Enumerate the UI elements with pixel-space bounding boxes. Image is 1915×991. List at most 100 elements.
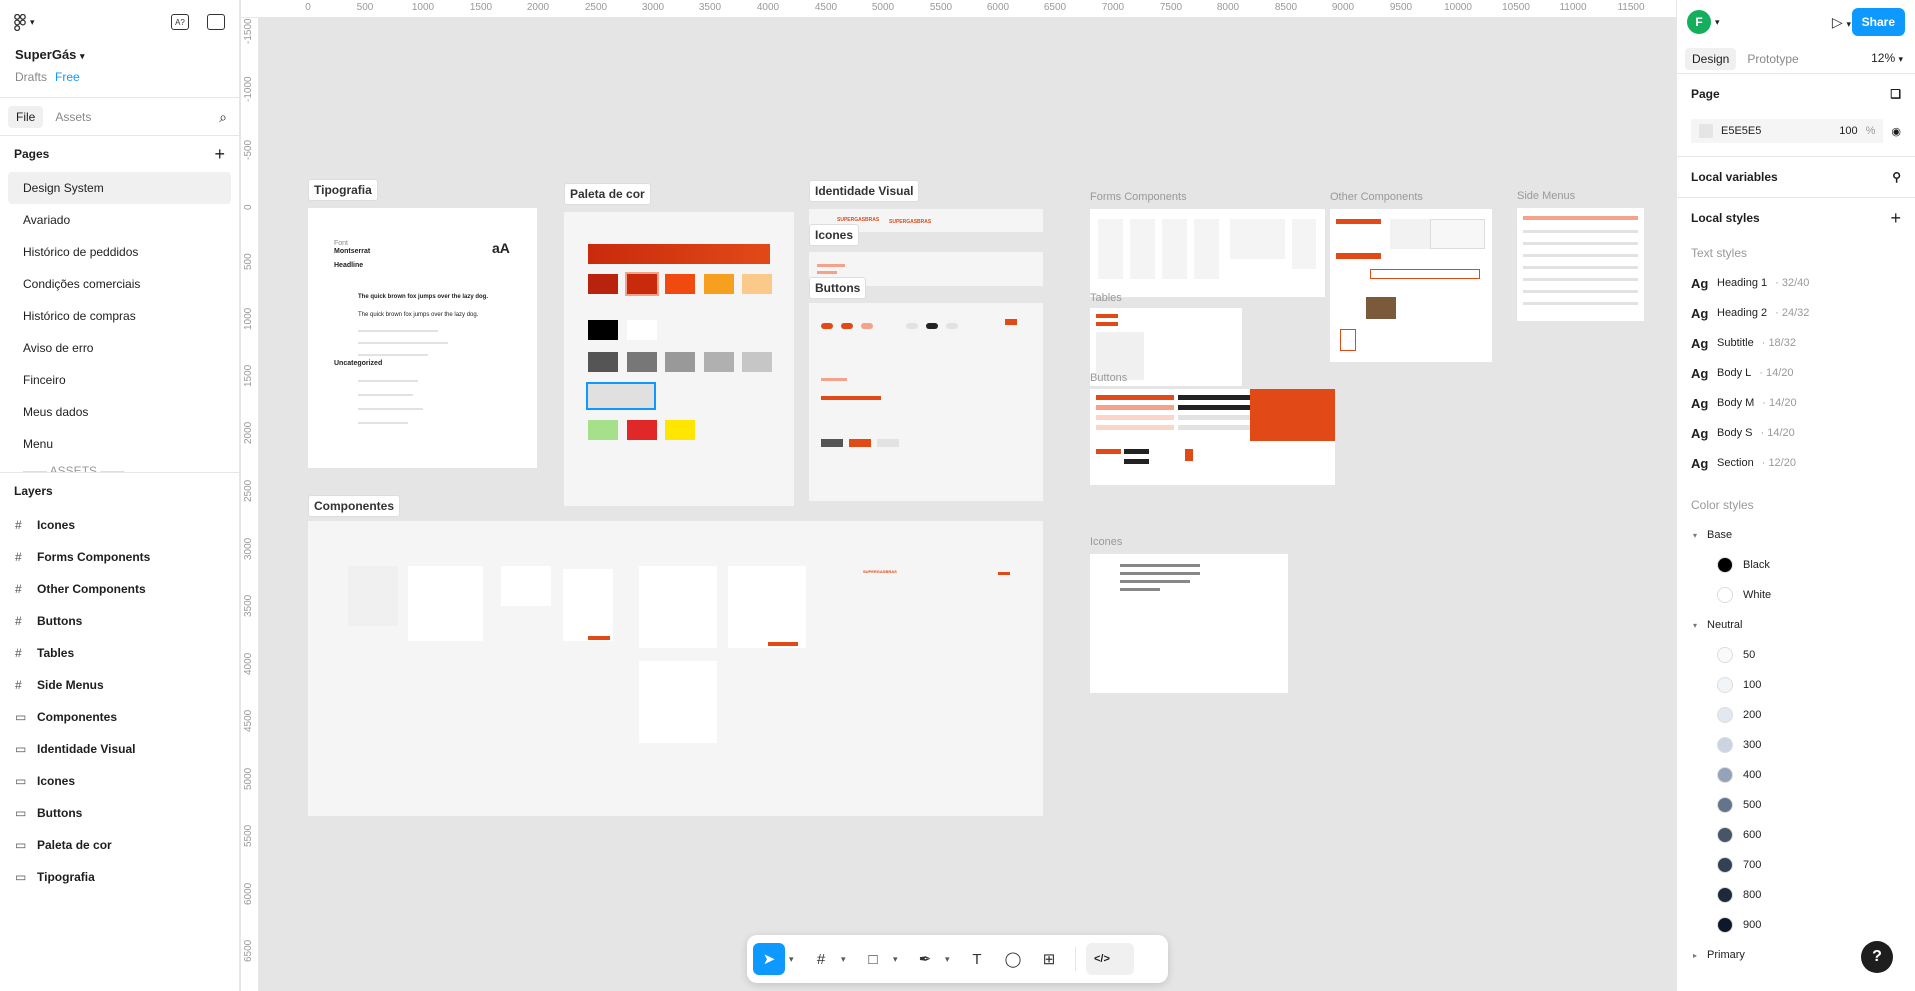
color-style-item[interactable]: 800 bbox=[1691, 880, 1901, 910]
color-style-item[interactable]: 100 bbox=[1691, 670, 1901, 700]
frame-other-components[interactable] bbox=[1330, 209, 1492, 362]
color-style-item[interactable]: 50 bbox=[1691, 640, 1901, 670]
color-style-item[interactable]: 200 bbox=[1691, 700, 1901, 730]
section-buttons[interactable] bbox=[809, 303, 1043, 501]
section-tipografia[interactable]: Font Montserrat aA Headline The quick br… bbox=[308, 208, 537, 468]
text-tool-icon[interactable]: T bbox=[961, 943, 993, 975]
drafts-link[interactable]: Drafts bbox=[15, 70, 47, 84]
pen-tool-icon[interactable]: ✒ bbox=[909, 943, 941, 975]
chevron-down-icon[interactable]: ▾ bbox=[1715, 17, 1720, 28]
tab-design[interactable]: Design bbox=[1685, 47, 1737, 70]
styles-icon[interactable]: ❏ bbox=[1890, 87, 1901, 101]
chevron-down-icon[interactable]: ▾ bbox=[789, 954, 801, 965]
color-style-item[interactable]: Black bbox=[1691, 550, 1901, 580]
variables-icon[interactable]: ⚲ bbox=[1892, 170, 1901, 184]
page-item[interactable]: Design System bbox=[8, 172, 231, 204]
local-variables-row[interactable]: Local variables ⚲ bbox=[1691, 157, 1901, 197]
section-label-componentes[interactable]: Componentes bbox=[308, 495, 401, 517]
chevron-down-icon[interactable]: ▾ bbox=[841, 954, 853, 965]
layer-item[interactable]: # Icones bbox=[0, 509, 239, 541]
page-item[interactable]: Menu bbox=[8, 428, 231, 460]
color-style-item[interactable]: 600 bbox=[1691, 820, 1901, 850]
section-label-paleta[interactable]: Paleta de cor bbox=[564, 183, 651, 205]
chevron-down-icon[interactable]: ▾ bbox=[945, 954, 957, 965]
page-fill-input[interactable]: E5E5E5 100 % bbox=[1691, 119, 1884, 143]
actions-icon[interactable]: ⊞ bbox=[1033, 943, 1065, 975]
frame-icones[interactable] bbox=[1090, 554, 1288, 693]
page-item[interactable]: Meus dados bbox=[8, 396, 231, 428]
canvas[interactable]: Tipografia Font Montserrat aA Headline T… bbox=[260, 19, 1676, 991]
frame-label-buttons[interactable]: Buttons bbox=[1090, 372, 1127, 384]
text-style-item[interactable]: Ag Body M · 14/20 bbox=[1691, 388, 1901, 418]
add-page-icon[interactable]: + bbox=[214, 144, 225, 165]
ai-icon[interactable]: A? bbox=[171, 14, 189, 30]
text-style-item[interactable]: Ag Section · 12/20 bbox=[1691, 448, 1901, 478]
tab-prototype[interactable]: Prototype bbox=[1740, 48, 1805, 70]
text-style-item[interactable]: Ag Heading 1 · 32/40 bbox=[1691, 268, 1901, 298]
avatar[interactable]: F bbox=[1687, 10, 1711, 34]
share-button[interactable]: Share bbox=[1851, 8, 1905, 36]
layer-item[interactable]: # Other Components bbox=[0, 573, 239, 605]
file-name[interactable]: SuperGás ▾ bbox=[15, 47, 85, 62]
text-style-item[interactable]: Ag Body L · 14/20 bbox=[1691, 358, 1901, 388]
move-tool-icon[interactable]: ➤ bbox=[753, 943, 785, 975]
layer-item[interactable]: # Forms Components bbox=[0, 541, 239, 573]
text-style-item[interactable]: Ag Heading 2 · 24/32 bbox=[1691, 298, 1901, 328]
frame-label-side[interactable]: Side Menus bbox=[1517, 190, 1575, 202]
comment-tool-icon[interactable]: ◯ bbox=[997, 943, 1029, 975]
text-style-item[interactable]: Ag Subtitle · 18/32 bbox=[1691, 328, 1901, 358]
page-item[interactable]: Condições comerciais bbox=[8, 268, 231, 300]
page-item[interactable]: Avariado bbox=[8, 204, 231, 236]
section-label-icones[interactable]: Icones bbox=[809, 224, 860, 246]
layer-item[interactable]: # Tables bbox=[0, 637, 239, 669]
zoom-control[interactable]: 12% ▾ bbox=[1871, 51, 1903, 65]
page-item[interactable]: Finceiro bbox=[8, 364, 231, 396]
search-icon[interactable]: ⌕ bbox=[219, 109, 227, 126]
sidebar-toggle-icon[interactable] bbox=[207, 14, 225, 30]
chevron-down-icon[interactable]: ▾ bbox=[893, 954, 905, 965]
frame-forms-components[interactable] bbox=[1090, 209, 1325, 297]
section-componentes[interactable]: SUPERGASBRAS bbox=[308, 521, 1043, 816]
frame-tool-icon[interactable]: # bbox=[805, 943, 837, 975]
layer-item[interactable]: ▭ Buttons bbox=[0, 797, 239, 829]
main-menu-button[interactable]: ▾ bbox=[14, 14, 35, 31]
frame-label-tables[interactable]: Tables bbox=[1090, 292, 1122, 304]
color-style-item[interactable]: 900 bbox=[1691, 910, 1901, 940]
color-style-item[interactable]: 500 bbox=[1691, 790, 1901, 820]
rectangle-tool-icon[interactable]: □ bbox=[857, 943, 889, 975]
section-label-identidade[interactable]: Identidade Visual bbox=[809, 180, 920, 202]
present-icon[interactable]: ▷ ▾ bbox=[1832, 14, 1851, 31]
layer-item[interactable]: # Buttons bbox=[0, 605, 239, 637]
frame-buttons[interactable] bbox=[1090, 389, 1335, 485]
text-style-item[interactable]: Ag Body S · 14/20 bbox=[1691, 418, 1901, 448]
add-style-icon[interactable]: + bbox=[1890, 208, 1901, 229]
plan-badge[interactable]: Free bbox=[55, 70, 80, 84]
eye-icon[interactable]: ◉ bbox=[1891, 125, 1901, 138]
section-label-buttons[interactable]: Buttons bbox=[809, 277, 867, 299]
color-style-item[interactable]: White bbox=[1691, 580, 1901, 610]
frame-side-menus[interactable] bbox=[1517, 208, 1644, 321]
section-label-tipografia[interactable]: Tipografia bbox=[308, 179, 378, 201]
section-paleta-de-cor[interactable] bbox=[564, 212, 794, 506]
color-style-item[interactable]: 300 bbox=[1691, 730, 1901, 760]
frame-label-icones[interactable]: Icones bbox=[1090, 536, 1122, 548]
frame-label-other[interactable]: Other Components bbox=[1330, 191, 1423, 203]
page-item[interactable]: Aviso de erro bbox=[8, 332, 231, 364]
page-item[interactable]: —— ASSETS —— bbox=[8, 460, 231, 472]
layer-item[interactable]: ▭ Componentes bbox=[0, 701, 239, 733]
layer-item[interactable]: ▭ Tipografia bbox=[0, 861, 239, 893]
frame-label-forms[interactable]: Forms Components bbox=[1090, 191, 1187, 203]
fill-color-chip[interactable] bbox=[1699, 124, 1713, 138]
tab-assets[interactable]: Assets bbox=[47, 106, 99, 128]
page-item[interactable]: Histórico de peddidos bbox=[8, 236, 231, 268]
dev-mode-toggle[interactable]: </> bbox=[1086, 943, 1134, 975]
color-style-item[interactable]: 700 bbox=[1691, 850, 1901, 880]
color-group-neutral[interactable]: ▾ Neutral bbox=[1691, 610, 1901, 640]
color-style-item[interactable]: 400 bbox=[1691, 760, 1901, 790]
page-item[interactable]: Histórico de compras bbox=[8, 300, 231, 332]
layer-item[interactable]: ▭ Icones bbox=[0, 765, 239, 797]
layer-item[interactable]: ▭ Identidade Visual bbox=[0, 733, 239, 765]
tab-file[interactable]: File bbox=[8, 105, 44, 128]
help-button[interactable]: ? bbox=[1861, 941, 1893, 973]
color-group-base[interactable]: ▾ Base bbox=[1691, 520, 1901, 550]
